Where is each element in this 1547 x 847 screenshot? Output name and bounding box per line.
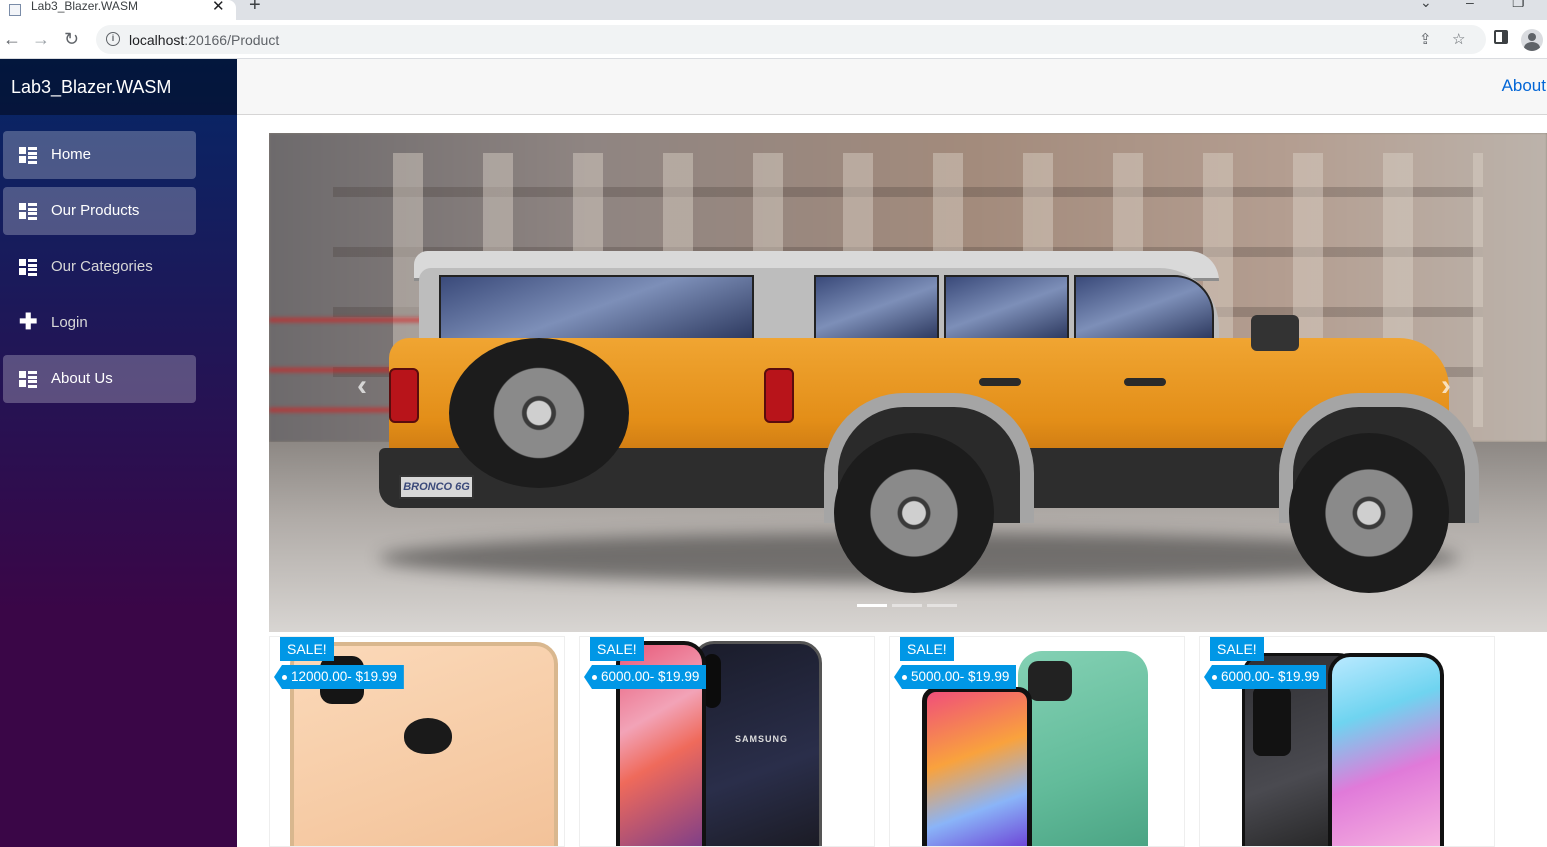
product-card[interactable]: SALE! 5000.00- $19.99 bbox=[889, 636, 1185, 847]
product-card[interactable]: SALE! 12000.00- $19.99 bbox=[269, 636, 565, 847]
carousel-slide-image: BRONCO 6G bbox=[269, 133, 1547, 632]
phone-brand-text: SAMSUNG bbox=[735, 734, 789, 744]
url-host: localhost bbox=[129, 32, 185, 48]
list-icon bbox=[19, 147, 37, 164]
nav-label-categories: Our Categories bbox=[51, 258, 153, 275]
restore-icon[interactable]: ❐ bbox=[1512, 0, 1525, 11]
door-handle bbox=[1124, 378, 1166, 386]
site-info-icon[interactable]: i bbox=[106, 32, 120, 46]
product-card[interactable]: SALE! 6000.00- $19.99 bbox=[1199, 636, 1495, 847]
list-icon bbox=[19, 259, 37, 276]
spare-tire bbox=[449, 338, 629, 488]
product-card[interactable]: SALE! 6000.00- $19.99 SAMSUNG bbox=[579, 636, 875, 847]
product-image[interactable]: SAMSUNG bbox=[692, 641, 822, 846]
price-tag: 5000.00- $19.99 bbox=[894, 665, 1017, 689]
front-wheel bbox=[1289, 433, 1449, 593]
reload-icon[interactable]: ↻ bbox=[64, 29, 79, 49]
product-image[interactable] bbox=[1018, 651, 1148, 846]
top-row: About bbox=[237, 59, 1547, 115]
image-carousel[interactable]: BRONCO 6G ‹ › bbox=[269, 133, 1547, 632]
tab-search-icon[interactable]: ⌄ bbox=[1420, 0, 1432, 11]
page-favicon-icon bbox=[9, 4, 21, 16]
taillight bbox=[389, 368, 419, 423]
carousel-indicator[interactable] bbox=[857, 604, 887, 607]
tab-title: Lab3_Blazer.WASM bbox=[31, 0, 138, 13]
price-tag: 6000.00- $19.99 bbox=[1204, 665, 1327, 689]
nav-label-products: Our Products bbox=[51, 202, 140, 219]
plus-icon: ✚ bbox=[19, 309, 38, 334]
sale-badge: SALE! bbox=[280, 637, 334, 661]
url-path: :20166/Product bbox=[184, 32, 280, 48]
side-window bbox=[944, 275, 1069, 340]
browser-tab[interactable]: Lab3_Blazer.WASM ✕ bbox=[0, 0, 236, 20]
back-arrow-icon[interactable]: ← bbox=[3, 29, 21, 49]
about-link[interactable]: About bbox=[1502, 76, 1546, 96]
browser-tabstrip: Lab3_Blazer.WASM ✕ + ⌄ – ❐ bbox=[0, 0, 1547, 20]
list-icon bbox=[19, 371, 37, 388]
sale-badge: SALE! bbox=[590, 637, 644, 661]
rear-wheel bbox=[834, 433, 994, 593]
camera-module bbox=[1028, 661, 1072, 701]
door-handle bbox=[979, 378, 1021, 386]
sale-badge: SALE! bbox=[1210, 637, 1264, 661]
nav-label-home: Home bbox=[51, 146, 92, 163]
sidebar: Lab3_Blazer.WASM Home Our Products Our C… bbox=[0, 59, 237, 847]
carousel-indicator[interactable] bbox=[927, 604, 957, 607]
list-icon bbox=[19, 203, 37, 220]
nav-label-login: Login bbox=[51, 314, 88, 331]
new-tab-button[interactable]: + bbox=[249, 0, 261, 17]
address-bar[interactable]: i localhost:20166/Product ⇪ ☆ bbox=[96, 25, 1486, 54]
product-grid: SALE! 12000.00- $19.99 SALE! 6000.00- $1… bbox=[269, 636, 1547, 847]
nav-item-categories[interactable]: Our Categories bbox=[3, 243, 196, 291]
front-window bbox=[1074, 275, 1214, 340]
tab-close-icon[interactable]: ✕ bbox=[212, 0, 225, 15]
carousel-indicators bbox=[857, 604, 957, 607]
share-icon[interactable]: ⇪ bbox=[1419, 30, 1432, 48]
bookmark-star-icon[interactable]: ☆ bbox=[1452, 30, 1465, 48]
nav-item-about-us[interactable]: About Us bbox=[3, 355, 196, 403]
side-window bbox=[814, 275, 939, 340]
nav-item-home[interactable]: Home bbox=[3, 131, 196, 179]
apple-logo-icon bbox=[404, 718, 452, 754]
carousel-indicator[interactable] bbox=[892, 604, 922, 607]
carousel-next-icon[interactable]: › bbox=[1441, 369, 1451, 403]
side-panel-icon[interactable] bbox=[1494, 30, 1508, 44]
carousel-prev-icon[interactable]: ‹ bbox=[357, 369, 367, 403]
camera-module bbox=[1253, 686, 1291, 756]
side-mirror bbox=[1251, 315, 1299, 351]
profile-avatar-icon[interactable] bbox=[1521, 29, 1543, 51]
browser-toolbar: ← → ↻ i localhost:20166/Product ⇪ ☆ bbox=[0, 20, 1547, 59]
taillight bbox=[764, 368, 794, 423]
nav-item-products[interactable]: Our Products bbox=[3, 187, 196, 235]
sale-badge: SALE! bbox=[900, 637, 954, 661]
license-plate: BRONCO 6G bbox=[399, 475, 474, 499]
brand-title[interactable]: Lab3_Blazer.WASM bbox=[0, 59, 237, 115]
suv-car: BRONCO 6G bbox=[269, 133, 1547, 632]
price-tag: 6000.00- $19.99 bbox=[584, 665, 707, 689]
price-tag: 12000.00- $19.99 bbox=[274, 665, 404, 689]
minimize-icon[interactable]: – bbox=[1466, 0, 1474, 10]
url-text[interactable]: localhost:20166/Product bbox=[129, 32, 279, 48]
nav-label-about-us: About Us bbox=[51, 370, 113, 387]
product-image-front bbox=[1328, 653, 1444, 846]
nav-item-login[interactable]: ✚ Login bbox=[3, 299, 196, 347]
forward-arrow-icon[interactable]: → bbox=[32, 29, 50, 49]
product-image-front bbox=[922, 687, 1032, 846]
rear-window bbox=[439, 275, 754, 340]
